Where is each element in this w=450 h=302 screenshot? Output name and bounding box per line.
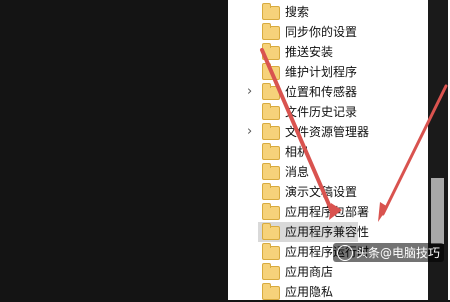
tree-item-label: 维护计划程序 [285, 65, 358, 79]
tree-item-label: 推送安装 [285, 45, 334, 59]
folder-icon [262, 203, 280, 220]
watermark-text: 头条@电脑技巧 [355, 245, 440, 260]
folder-icon [262, 243, 280, 260]
folder-icon [262, 43, 280, 60]
chevron-right-icon[interactable]: › [247, 122, 257, 142]
folder-icon [262, 143, 280, 160]
watermark: 头条@电脑技巧 [332, 242, 444, 262]
folder-icon [262, 103, 280, 120]
tree-item-label: 搜索 [285, 5, 310, 19]
folder-icon [262, 63, 280, 80]
folder-icon [262, 83, 280, 100]
scrollbar-thumb[interactable] [431, 178, 444, 244]
tree-row[interactable]: › 位置和传感器 [228, 82, 428, 102]
chevron-right-icon[interactable]: › [247, 82, 257, 102]
watermark-logo-icon [336, 245, 353, 261]
tree-row[interactable]: 推送安装 [228, 42, 428, 62]
tree-item-label: 消息 [285, 165, 310, 179]
tree-item-label: 应用隐私 [285, 285, 334, 299]
tree-row[interactable]: 应用隐私 [228, 282, 428, 302]
tree-item-label: 应用程序兼容性 [285, 225, 370, 239]
folder-icon [262, 123, 280, 140]
tree-item-label: 文件历史记录 [285, 105, 358, 119]
tree-item-label: 相机 [285, 145, 310, 159]
folder-icon [262, 3, 280, 20]
tree-row[interactable]: 相机 [228, 142, 428, 162]
tree-item-label: 应用商店 [285, 265, 334, 279]
tree-item-label: 位置和传感器 [285, 85, 358, 99]
folder-icon [262, 223, 280, 240]
tree-item-label: 演示文稿设置 [285, 185, 358, 199]
tree-row[interactable]: 应用程序兼容性 [228, 222, 428, 242]
folder-icon [262, 263, 280, 280]
tree-row[interactable]: 应用程序包部署 [228, 202, 428, 222]
tree-row[interactable]: 搜索 [228, 2, 428, 22]
tree-row[interactable]: 同步你的设置 [228, 22, 428, 42]
folder-icon [262, 23, 280, 40]
tree-row[interactable]: 文件历史记录 [228, 102, 428, 122]
background-left [0, 0, 228, 300]
tree-item-label: 文件资源管理器 [285, 125, 370, 139]
folder-icon [262, 283, 280, 300]
tree-item-label: 应用程序包部署 [285, 205, 370, 219]
folder-icon [262, 163, 280, 180]
tree-row[interactable]: 应用商店 [228, 262, 428, 282]
tree-row[interactable]: › 文件资源管理器 [228, 122, 428, 142]
tree-row[interactable]: 维护计划程序 [228, 62, 428, 82]
folder-icon [262, 183, 280, 200]
tree-item-label: 同步你的设置 [285, 25, 358, 39]
tree-row[interactable]: 消息 [228, 162, 428, 182]
tree-row[interactable]: 演示文稿设置 [228, 182, 428, 202]
